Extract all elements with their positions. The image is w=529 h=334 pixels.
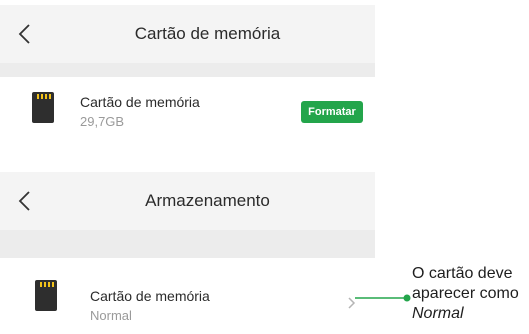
memory-card-row: Cartão de memória 29,7GB Formatar xyxy=(0,77,375,150)
annotation-line-3: Normal xyxy=(412,305,464,322)
card-name: Cartão de memória xyxy=(80,94,200,110)
card-status: Normal xyxy=(90,308,132,323)
annotation-line-1: O cartão deve xyxy=(412,265,513,282)
format-button[interactable]: Formatar xyxy=(301,101,363,123)
card-name: Cartão de memória xyxy=(90,288,210,304)
separator-band xyxy=(0,63,375,77)
memory-card-row[interactable]: Cartão de memória Normal xyxy=(0,258,375,332)
screen2-header: Armazenamento xyxy=(0,172,375,230)
sd-card-icon xyxy=(32,92,54,123)
annotation-text: O cartão deve aparecer como Normal xyxy=(412,264,529,324)
back-chevron-icon[interactable] xyxy=(14,189,36,213)
back-chevron-icon[interactable] xyxy=(14,22,36,46)
page-title: Armazenamento xyxy=(145,191,270,210)
annotation-pointer xyxy=(355,294,411,302)
page-title: Cartão de memória xyxy=(134,24,281,43)
memory-card-screen: Cartão de memória Cartão de memória 29,7… xyxy=(0,5,375,150)
screen1-header: Cartão de memória xyxy=(0,5,375,63)
separator-band xyxy=(0,230,375,258)
card-capacity: 29,7GB xyxy=(80,114,125,129)
sd-card-icon xyxy=(35,280,57,311)
annotation-line-2: aparecer como xyxy=(412,285,519,302)
storage-screen: Armazenamento Cartão de memória Normal xyxy=(0,172,375,332)
